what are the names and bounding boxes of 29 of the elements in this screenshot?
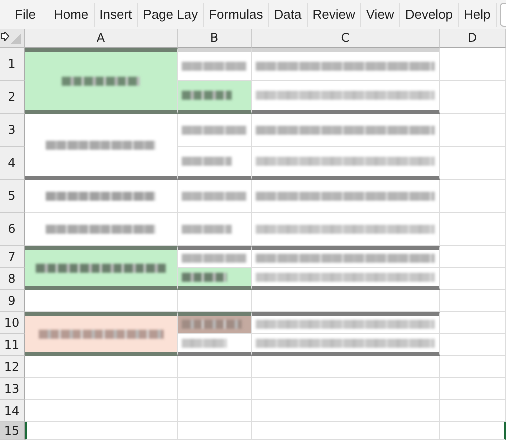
row-header[interactable]: 4 (0, 147, 25, 180)
ribbon-tab[interactable]: Page Lay (138, 2, 204, 26)
column-header[interactable]: A (25, 29, 178, 48)
row-header[interactable]: 12 (0, 356, 25, 378)
ribbon-tab[interactable]: Review (308, 2, 362, 26)
row-header[interactable]: 2 (0, 81, 25, 114)
row-header[interactable]: 6 (0, 213, 25, 246)
ribbon-tab[interactable]: Insert (94, 2, 138, 26)
ribbon-tab[interactable]: Data (269, 2, 308, 26)
row-header[interactable]: 8 (0, 268, 25, 290)
ribbon-tab[interactable]: Formulas (204, 2, 270, 26)
ribbon-tab[interactable]: Help (459, 2, 497, 26)
column-header[interactable]: D (440, 29, 506, 48)
row-header[interactable]: 14 (0, 400, 25, 422)
ribbon-tab[interactable]: View (361, 2, 400, 26)
ribbon-tab[interactable]: Develop (400, 2, 460, 26)
row-header[interactable]: 1 (0, 48, 25, 81)
row-header[interactable]: 10 (0, 312, 25, 334)
row-header[interactable]: 13 (0, 378, 25, 400)
row-header[interactable]: 11 (0, 334, 25, 356)
row-header[interactable]: 3 (0, 114, 25, 147)
row-header[interactable]: 7 (0, 246, 25, 268)
row-header[interactable]: 15 (0, 422, 25, 440)
ribbon-tab[interactable]: Home (48, 2, 95, 26)
ribbon-tab[interactable]: File (10, 2, 49, 26)
column-header[interactable]: B (178, 29, 252, 48)
row-header[interactable]: 9 (0, 290, 25, 312)
column-header[interactable]: C (252, 29, 440, 48)
row-header[interactable]: 5 (0, 180, 25, 213)
